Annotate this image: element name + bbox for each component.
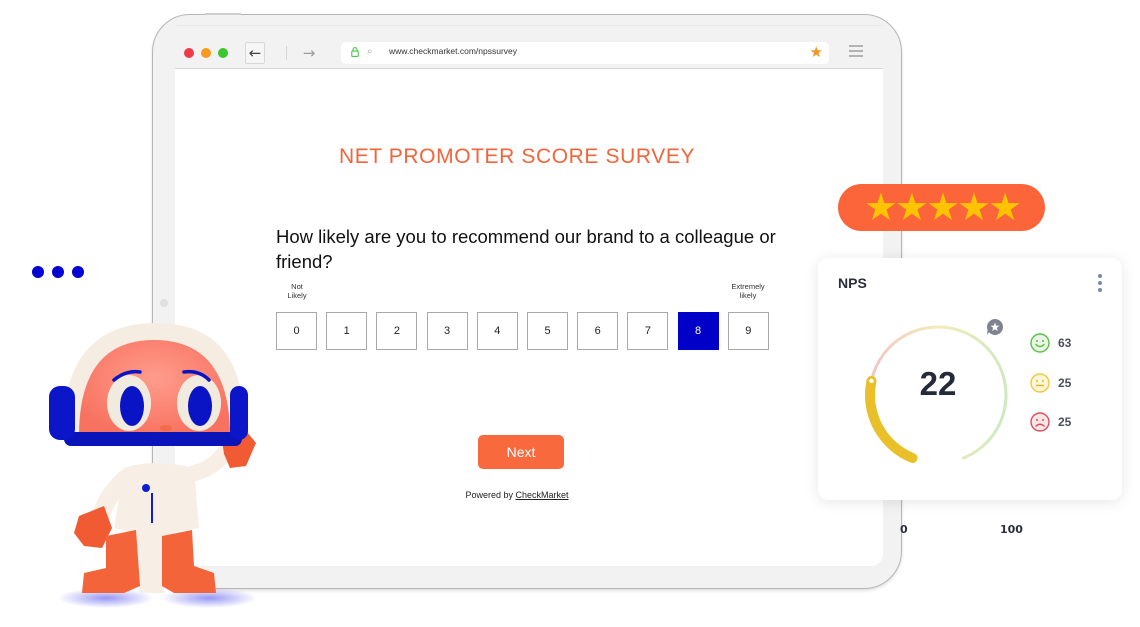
passives-row: 25 bbox=[1030, 372, 1072, 393]
close-window-button[interactable] bbox=[184, 48, 194, 58]
neutral-face-icon bbox=[1030, 372, 1050, 393]
nav-divider bbox=[286, 46, 287, 60]
score-option-9[interactable]: 9 bbox=[727, 312, 769, 350]
toolbar-divider bbox=[175, 25, 883, 26]
survey-title: NET PROMOTER SCORE SURVEY bbox=[338, 145, 696, 168]
five-star-rating: ★★★★★ bbox=[838, 184, 1045, 231]
next-button[interactable]: Next bbox=[478, 435, 564, 469]
scale-high-label: Extremely likely bbox=[731, 282, 765, 300]
promoters-value: 63 bbox=[1058, 336, 1072, 350]
astronaut-mascot bbox=[49, 323, 257, 608]
award-icon bbox=[987, 319, 1003, 335]
nps-gauge: 22 0 100 bbox=[858, 313, 1023, 536]
url-text[interactable]: www.checkmarket.com/npssurvey bbox=[389, 46, 517, 56]
survey-question: How likely are you to recommend our bran… bbox=[276, 226, 776, 272]
frown-icon bbox=[1030, 412, 1050, 432]
arrow-right-icon[interactable]: → bbox=[299, 42, 319, 64]
dot bbox=[52, 266, 64, 278]
smile-icon bbox=[1030, 333, 1050, 353]
powered-by-text: Powered by bbox=[465, 490, 516, 500]
checkmarket-link[interactable]: CheckMarket bbox=[516, 490, 569, 500]
nps-card-title: NPS bbox=[838, 275, 867, 291]
score-option-1[interactable]: 1 bbox=[326, 312, 368, 350]
gauge-min-label: 0 bbox=[900, 523, 908, 536]
score-option-5[interactable]: 5 bbox=[527, 312, 568, 350]
star-icon[interactable]: ★ bbox=[810, 43, 823, 61]
detractors-value: 25 bbox=[1058, 415, 1072, 429]
dot bbox=[32, 266, 44, 278]
hamburger-icon[interactable] bbox=[849, 45, 863, 57]
score-option-2[interactable]: 2 bbox=[376, 312, 418, 350]
score-option-3[interactable]: 3 bbox=[426, 312, 468, 350]
nps-score: 22 bbox=[919, 365, 957, 402]
search-icon: ⌕ bbox=[367, 46, 373, 57]
decorative-dots bbox=[32, 263, 92, 282]
nps-card: NPS 22 0 100 63 25 25 bbox=[818, 258, 1122, 536]
nps-breakdown: 63 25 25 bbox=[1030, 333, 1071, 452]
lock-icon bbox=[351, 47, 359, 57]
promoters-row: 63 bbox=[1030, 333, 1071, 353]
score-option-8[interactable]: 8 bbox=[677, 312, 719, 350]
more-options-icon[interactable] bbox=[1097, 274, 1103, 294]
arrow-left-icon[interactable]: ← bbox=[245, 42, 265, 64]
score-option-4[interactable]: 4 bbox=[476, 312, 518, 350]
scale-low-label: Not Likely bbox=[287, 282, 307, 300]
dot bbox=[72, 266, 84, 278]
tablet-camera bbox=[160, 299, 168, 307]
score-option-6[interactable]: 6 bbox=[577, 312, 619, 350]
address-bar[interactable]: ⌕ www.checkmarket.com/npssurvey ★ bbox=[341, 42, 829, 64]
passives-value: 25 bbox=[1058, 375, 1072, 390]
detractors-row: 25 bbox=[1030, 412, 1071, 432]
maximize-window-button[interactable] bbox=[218, 48, 228, 58]
score-option-7[interactable]: 7 bbox=[627, 312, 669, 350]
browser-toolbar: ← → ⌕ www.checkmarket.com/npssurvey ★ bbox=[175, 35, 883, 71]
gauge-max-label: 100 bbox=[1000, 523, 1023, 536]
tablet-notch bbox=[205, 13, 241, 15]
minimize-window-button[interactable] bbox=[201, 48, 211, 58]
